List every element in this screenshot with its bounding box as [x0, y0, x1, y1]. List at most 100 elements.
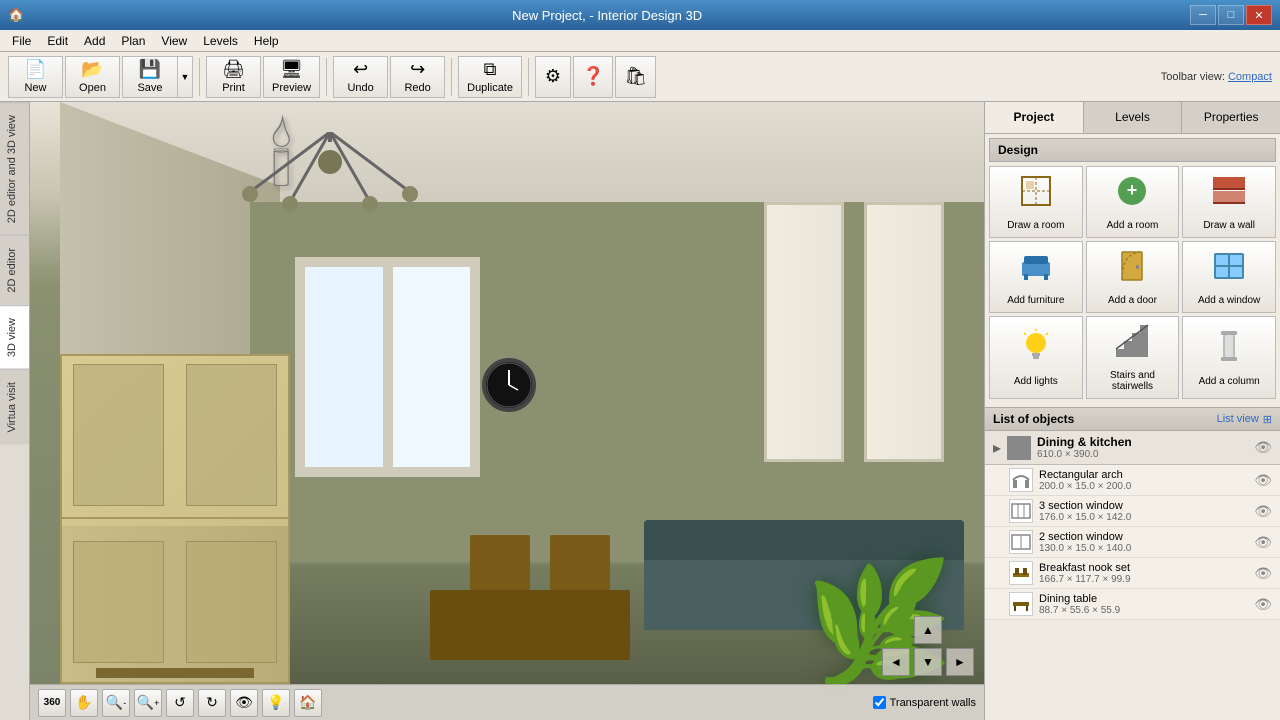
open-button[interactable]: 📂 Open — [65, 56, 120, 98]
tab-2d-3d[interactable]: 2D editor and 3D view — [0, 102, 29, 235]
item-icon-window2 — [1009, 530, 1033, 554]
draw-wall-button[interactable]: Draw a wall — [1182, 166, 1276, 238]
tab-project[interactable]: Project — [985, 102, 1084, 133]
settings-icon: ⚙ — [545, 66, 561, 87]
list-item-dining-table[interactable]: Dining table 88.7 × 55.6 × 55.9 👁 — [985, 589, 1280, 620]
transparent-walls-checkbox[interactable] — [873, 696, 886, 709]
menu-add[interactable]: Add — [76, 32, 113, 50]
menu-levels[interactable]: Levels — [195, 32, 246, 50]
item-visibility-arch[interactable]: 👁 — [1254, 472, 1272, 489]
save-dropdown-arrow[interactable]: ▼ — [177, 56, 193, 98]
item-name-window2: 2 section window — [1039, 531, 1248, 543]
cabinet-lower-door-right — [186, 541, 276, 663]
titlebar-title: New Project, - Interior Design 3D — [24, 8, 1190, 23]
objects-list[interactable]: ▸ Dining & kitchen 610.0 × 390.0 👁 — [985, 431, 1280, 720]
group-thumbnail — [1007, 436, 1031, 460]
menu-plan[interactable]: Plan — [113, 32, 153, 50]
list-view-icon: ⊞ — [1263, 413, 1272, 426]
list-item-3-section-window[interactable]: 3 section window 176.0 × 15.0 × 142.0 👁 — [985, 496, 1280, 527]
close-button[interactable]: ✕ — [1246, 5, 1272, 25]
nav-up[interactable]: ▲ — [914, 616, 942, 644]
preview-button[interactable]: 🖥 Preview — [263, 56, 320, 98]
panel-tabs: Project Levels Properties — [985, 102, 1280, 134]
list-view-button[interactable]: List view ⊞ — [1217, 413, 1272, 426]
nav-left[interactable]: ◄ — [882, 648, 910, 676]
viewport[interactable]: 🕯 — [30, 102, 984, 720]
menu-edit[interactable]: Edit — [39, 32, 76, 50]
help-button[interactable]: ❓ — [573, 56, 613, 98]
list-item-2-section-window[interactable]: 2 section window 130.0 × 15.0 × 140.0 👁 — [985, 527, 1280, 558]
left-tabs: 2D editor and 3D view 2D editor 3D view … — [0, 102, 30, 720]
item-visibility-breakfast[interactable]: 👁 — [1254, 565, 1272, 582]
toolbar-separator-2 — [326, 58, 327, 96]
save-split-button[interactable]: 💾 Save ▼ — [122, 56, 193, 98]
pan-button[interactable]: ✋ — [70, 689, 98, 717]
print-button[interactable]: 🖨 Print — [206, 56, 261, 98]
cabinet-countertop — [96, 668, 254, 678]
redo-label: Redo — [404, 82, 430, 94]
menu-view[interactable]: View — [153, 32, 195, 50]
duplicate-button[interactable]: ⧉ Duplicate — [458, 56, 522, 98]
look-button[interactable]: 👁 — [230, 689, 258, 717]
add-room-button[interactable]: + Add a room — [1086, 166, 1180, 238]
tab-3d-view[interactable]: 3D view — [0, 305, 29, 369]
chandelier-svg — [230, 132, 430, 212]
tab-properties[interactable]: Properties — [1182, 102, 1280, 133]
titlebar: 🏠 New Project, - Interior Design 3D ─ □ … — [0, 0, 1280, 30]
add-door-button[interactable]: Add a door — [1086, 241, 1180, 313]
menu-file[interactable]: File — [4, 32, 39, 50]
item-visibility-dining-table[interactable]: 👁 — [1254, 596, 1272, 613]
zoom-in-button[interactable]: 🔍+ — [134, 689, 162, 717]
nav-right[interactable]: ► — [946, 648, 974, 676]
add-lights-button[interactable]: Add lights — [989, 316, 1083, 399]
item-dims-breakfast: 166.7 × 117.7 × 99.9 — [1039, 574, 1248, 585]
undo-button[interactable]: ↩ Undo — [333, 56, 388, 98]
preview-icon: 🖥 — [280, 59, 303, 80]
group-visibility-toggle[interactable]: 👁 — [1254, 439, 1272, 456]
toolbar-view-compact: Toolbar view: Compact — [1161, 71, 1272, 83]
draw-room-button[interactable]: Draw a room — [989, 166, 1083, 238]
list-item-rectangular-arch[interactable]: Rectangular arch 200.0 × 15.0 × 200.0 👁 — [985, 465, 1280, 496]
add-furniture-button[interactable]: Add furniture — [989, 241, 1083, 313]
store-button[interactable]: 🛍 — [615, 56, 656, 98]
transparent-walls-container: Transparent walls — [873, 696, 976, 709]
light-toggle-button[interactable]: 💡 — [262, 689, 290, 717]
tab-2d-editor[interactable]: 2D editor — [0, 235, 29, 305]
draw-room-icon — [1018, 173, 1054, 216]
nav-down[interactable]: ▼ — [914, 648, 942, 676]
compact-link[interactable]: Compact — [1228, 71, 1272, 83]
view-360-button[interactable]: 360 — [38, 689, 66, 717]
titlebar-left: 🏠 — [8, 7, 24, 23]
rotate-button[interactable]: ↻ — [198, 689, 226, 717]
settings-button[interactable]: ⚙ — [535, 56, 571, 98]
menu-help[interactable]: Help — [246, 32, 287, 50]
stairs-button[interactable]: Stairs and stairwells — [1086, 316, 1180, 399]
new-button[interactable]: 📄 New — [8, 56, 63, 98]
tab-virtual-visit[interactable]: Virtua visit — [0, 369, 29, 445]
add-window-icon — [1211, 248, 1247, 291]
item-dims-arch: 200.0 × 15.0 × 200.0 — [1039, 481, 1248, 492]
add-window-button[interactable]: Add a window — [1182, 241, 1276, 313]
transparent-walls-label[interactable]: Transparent walls — [890, 697, 976, 709]
add-column-button[interactable]: Add a column — [1182, 316, 1276, 399]
toolbar-separator-4 — [528, 58, 529, 96]
tab-levels[interactable]: Levels — [1084, 102, 1183, 133]
restore-button[interactable]: □ — [1218, 5, 1244, 25]
item-visibility-window2[interactable]: 👁 — [1254, 534, 1272, 551]
minimize-button[interactable]: ─ — [1190, 5, 1216, 25]
list-item-breakfast-nook[interactable]: Breakfast nook set 166.7 × 117.7 × 99.9 … — [985, 558, 1280, 589]
object-group-dining-kitchen[interactable]: ▸ Dining & kitchen 610.0 × 390.0 👁 — [985, 431, 1280, 465]
wall-panel-right-1 — [864, 202, 944, 462]
app-icon: 🏠 — [8, 7, 24, 23]
item-icon-breakfast — [1009, 561, 1033, 585]
duplicate-icon: ⧉ — [484, 59, 497, 80]
draw-wall-icon — [1211, 173, 1247, 216]
home-view-button[interactable]: 🏠 — [294, 689, 322, 717]
save-button[interactable]: 💾 Save — [122, 56, 177, 98]
redo-button[interactable]: ↪ Redo — [390, 56, 445, 98]
bottom-toolbar: 360 ✋ 🔍- 🔍+ ↺ ↻ 👁 💡 🏠 Transparent walls — [30, 684, 984, 720]
print-icon: 🖨 — [222, 59, 245, 80]
zoom-out-button[interactable]: 🔍- — [102, 689, 130, 717]
orbit-button[interactable]: ↺ — [166, 689, 194, 717]
item-visibility-window3[interactable]: 👁 — [1254, 503, 1272, 520]
